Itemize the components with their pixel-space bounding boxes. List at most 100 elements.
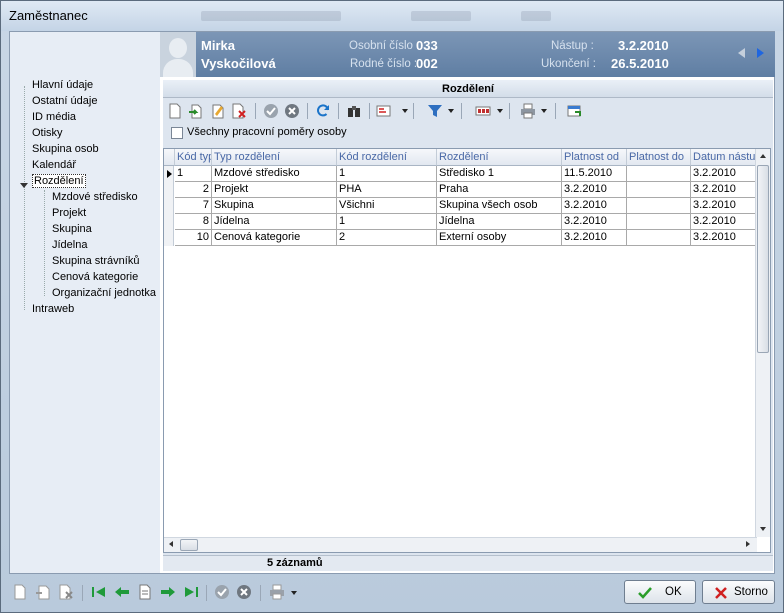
cell-valid-from[interactable]: 3.2.2010 xyxy=(562,198,627,214)
cell-distribution-type[interactable]: Mzdové středisko xyxy=(212,166,337,182)
cell-entry-date[interactable]: 3.2.2010 xyxy=(691,166,757,182)
next-record-icon[interactable] xyxy=(757,48,764,58)
previous-record-arrow-icon[interactable] xyxy=(113,583,131,601)
columns-dropdown-arrow-icon[interactable] xyxy=(497,109,503,113)
cell-distribution-code[interactable]: 2 xyxy=(337,230,437,246)
columns-icon[interactable] xyxy=(474,102,492,120)
cell-distribution-type[interactable]: Jídelna xyxy=(212,214,337,230)
cell-distribution-code[interactable]: PHA xyxy=(337,182,437,198)
filter-dropdown-arrow-icon[interactable] xyxy=(448,109,454,113)
cell-distribution-code[interactable]: Všichni xyxy=(337,198,437,214)
column-header-distribution[interactable]: Rozdělení xyxy=(437,149,562,166)
column-header-distribution-code[interactable]: Kód rozdělení xyxy=(337,149,437,166)
nav-item-price-category[interactable]: Cenová kategorie xyxy=(52,271,138,283)
window-icon[interactable] xyxy=(565,102,583,120)
nav-item-id-media[interactable]: ID média xyxy=(32,111,76,123)
cell-valid-to[interactable] xyxy=(627,230,691,246)
scroll-up-icon[interactable] xyxy=(760,154,766,158)
new-icon[interactable] xyxy=(166,102,184,120)
copy-record-icon[interactable] xyxy=(34,583,52,601)
vertical-scroll-thumb[interactable] xyxy=(757,165,769,353)
cell-entry-date[interactable]: 3.2.2010 xyxy=(691,214,757,230)
cell-distribution-type[interactable]: Cenová kategorie xyxy=(212,230,337,246)
cell-valid-to[interactable] xyxy=(627,166,691,182)
binoculars-icon[interactable] xyxy=(345,102,363,120)
cell-valid-to[interactable] xyxy=(627,182,691,198)
cell-distribution[interactable]: Skupina všech osob xyxy=(437,198,562,214)
nav-item-org-unit[interactable]: Organizační jednotka xyxy=(52,287,156,299)
cell-distribution-code[interactable]: 1 xyxy=(337,166,437,182)
column-header-entry-date[interactable]: Datum nástu xyxy=(691,149,757,166)
nav-item-canteen[interactable]: Jídelna xyxy=(52,239,87,251)
nav-item-payroll-center[interactable]: Mzdové středisko xyxy=(52,191,138,203)
confirm-record-icon[interactable] xyxy=(213,583,231,601)
column-header-valid-to[interactable]: Platnost do xyxy=(627,149,691,166)
ok-button[interactable]: OK xyxy=(624,580,696,604)
delete-icon[interactable] xyxy=(230,102,248,120)
sort-dropdown-arrow-icon[interactable] xyxy=(402,109,408,113)
cell-type-code[interactable]: 1 xyxy=(175,166,212,182)
first-record-icon[interactable] xyxy=(90,583,108,601)
collapse-arrow-icon[interactable] xyxy=(20,183,28,188)
cell-distribution[interactable]: Externí osoby xyxy=(437,230,562,246)
edit-icon[interactable] xyxy=(209,102,227,120)
cell-type-code[interactable]: 8 xyxy=(175,214,212,230)
cell-valid-to[interactable] xyxy=(627,198,691,214)
previous-record-icon[interactable] xyxy=(738,48,745,58)
nav-item-calendar[interactable]: Kalendář xyxy=(32,159,76,171)
cell-distribution[interactable]: Praha xyxy=(437,182,562,198)
nav-item-main-info[interactable]: Hlavní údaje xyxy=(32,79,93,91)
print-icon[interactable] xyxy=(519,102,537,120)
cell-distribution[interactable]: Jídelna xyxy=(437,214,562,230)
cell-valid-to[interactable] xyxy=(627,214,691,230)
print-dropdown-arrow-icon[interactable] xyxy=(291,591,297,595)
scroll-left-icon[interactable] xyxy=(169,541,173,547)
scroll-right-icon[interactable] xyxy=(746,541,750,547)
cell-distribution-code[interactable]: 1 xyxy=(337,214,437,230)
refresh-icon[interactable] xyxy=(314,102,332,120)
cancel-button[interactable]: Storno xyxy=(702,580,775,604)
filter-icon[interactable] xyxy=(426,102,444,120)
cancel-icon[interactable] xyxy=(283,102,301,120)
cell-distribution[interactable]: Středisko 1 xyxy=(437,166,562,182)
cell-type-code[interactable]: 7 xyxy=(175,198,212,214)
print-record-icon[interactable] xyxy=(268,583,286,601)
distribution-grid[interactable]: Kód typ Typ rozdělení Kód rozdělení Rozd… xyxy=(163,148,771,553)
title-bar[interactable]: Zaměstnanec xyxy=(1,1,783,31)
record-detail-icon[interactable] xyxy=(136,583,154,601)
sort-icon[interactable] xyxy=(375,102,393,120)
cell-valid-from[interactable]: 3.2.2010 xyxy=(562,182,627,198)
cancel-record-icon[interactable] xyxy=(235,583,253,601)
cell-distribution-type[interactable]: Skupina xyxy=(212,198,337,214)
nav-item-project[interactable]: Projekt xyxy=(52,207,86,219)
nav-item-distribution[interactable]: Rozdělení xyxy=(32,174,86,188)
nav-item-person-group[interactable]: Skupina osob xyxy=(32,143,99,155)
nav-item-other-info[interactable]: Ostatní údaje xyxy=(32,95,97,107)
cell-type-code[interactable]: 10 xyxy=(175,230,212,246)
cell-type-code[interactable]: 2 xyxy=(175,182,212,198)
cell-valid-from[interactable]: 3.2.2010 xyxy=(562,214,627,230)
nav-item-diner-group[interactable]: Skupina strávníků xyxy=(52,255,139,267)
nav-item-intraweb[interactable]: Intraweb xyxy=(32,303,74,315)
column-header-type-code[interactable]: Kód typ xyxy=(175,149,212,166)
new-record-icon[interactable] xyxy=(11,583,29,601)
next-record-arrow-icon[interactable] xyxy=(159,583,177,601)
delete-record-icon[interactable] xyxy=(57,583,75,601)
cell-entry-date[interactable]: 3.2.2010 xyxy=(691,182,757,198)
horizontal-scrollbar[interactable] xyxy=(164,537,757,552)
cell-entry-date[interactable]: 3.2.2010 xyxy=(691,230,757,246)
cell-valid-from[interactable]: 3.2.2010 xyxy=(562,230,627,246)
print-dropdown-arrow-icon[interactable] xyxy=(541,109,547,113)
cell-distribution-type[interactable]: Projekt xyxy=(212,182,337,198)
vertical-scrollbar[interactable] xyxy=(755,149,770,537)
horizontal-scroll-thumb[interactable] xyxy=(180,539,198,551)
cell-entry-date[interactable]: 3.2.2010 xyxy=(691,198,757,214)
nav-item-fingerprints[interactable]: Otisky xyxy=(32,127,63,139)
export-icon[interactable] xyxy=(187,102,205,120)
column-header-valid-from[interactable]: Platnost od xyxy=(562,149,627,166)
cell-valid-from[interactable]: 11.5.2010 xyxy=(562,166,627,182)
confirm-icon[interactable] xyxy=(262,102,280,120)
nav-item-group[interactable]: Skupina xyxy=(52,223,92,235)
column-header-distribution-type[interactable]: Typ rozdělení xyxy=(212,149,337,166)
all-relations-checkbox[interactable] xyxy=(171,127,183,139)
